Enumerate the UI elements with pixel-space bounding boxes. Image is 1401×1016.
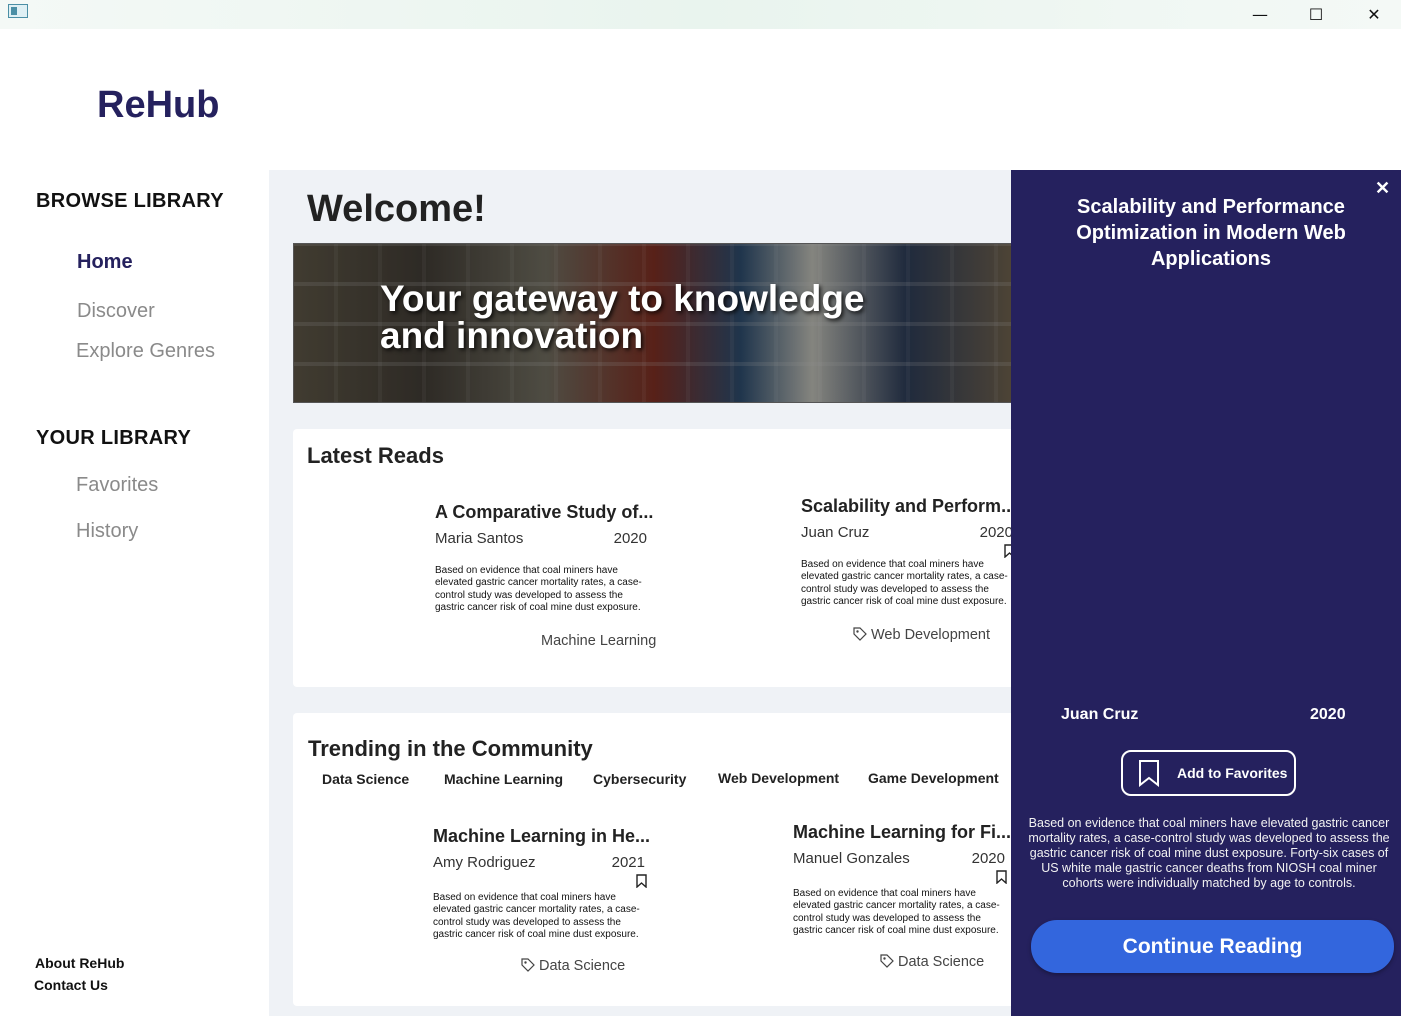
tab-machine-learning[interactable]: Machine Learning: [444, 771, 563, 787]
tag-icon: [880, 954, 894, 968]
continue-reading-button[interactable]: Continue Reading: [1031, 920, 1394, 973]
contact-link[interactable]: Contact Us: [34, 977, 108, 993]
book-genre: Web Development: [853, 627, 990, 643]
bookmark-icon[interactable]: [996, 870, 1007, 884]
book-description: Based on evidence that coal miners have …: [435, 565, 642, 614]
detail-title: Scalability and Performance Optimization…: [1076, 196, 1346, 270]
sidebar-item-discover[interactable]: Discover: [77, 300, 155, 323]
window-close-button[interactable]: ✕: [1346, 0, 1401, 29]
book-detail-panel: ✕ Scalability and Performance Optimizati…: [1011, 170, 1401, 1016]
your-library-heading: YOUR LIBRARY: [36, 427, 192, 449]
tab-web-development[interactable]: Web Development: [718, 770, 839, 786]
trending-card: Trending in the Community Data Science M…: [293, 713, 1011, 1006]
book-description: Based on evidence that coal miners have …: [801, 559, 1008, 608]
page-title: Welcome!: [307, 188, 486, 230]
sidebar-item-explore-genres[interactable]: Explore Genres: [76, 340, 215, 363]
book-genre: Data Science: [521, 958, 625, 974]
tag-icon: [521, 958, 535, 972]
bookmark-icon[interactable]: [1004, 544, 1011, 558]
banner-line-1: Your gateway to knowledge: [380, 278, 865, 319]
hero-banner: Your gateway to knowledge and innovation: [293, 243, 1011, 403]
book-author: Maria Santos: [435, 530, 524, 547]
latest-reads-title: Latest Reads: [307, 443, 444, 468]
banner-tagline: Your gateway to knowledge and innovation: [380, 280, 865, 354]
trending-title: Trending in the Community: [308, 736, 593, 761]
detail-description: Based on evidence that coal miners have …: [1028, 816, 1390, 890]
add-to-favorites-button[interactable]: Add to Favorites: [1121, 750, 1296, 796]
genre-label: Data Science: [898, 954, 985, 970]
tab-data-science[interactable]: Data Science: [322, 771, 409, 787]
banner-line-2: and innovation: [380, 315, 644, 356]
book-year: 2020: [613, 530, 647, 547]
window-titlebar: — ☐ ✕: [0, 0, 1401, 29]
book-year: 2020: [971, 850, 1005, 867]
sidebar-item-history[interactable]: History: [76, 520, 138, 543]
book-genre: Data Science: [880, 954, 984, 970]
book-description: Based on evidence that coal miners have …: [793, 888, 1000, 937]
tag-icon: [853, 627, 867, 641]
book-title[interactable]: A Comparative Study of...: [435, 502, 655, 523]
book-description: Based on evidence that coal miners have …: [433, 892, 640, 941]
book-author: Amy Rodriguez: [433, 854, 536, 871]
browse-library-heading: BROWSE LIBRARY: [36, 190, 224, 212]
genre-label: Web Development: [871, 627, 991, 643]
bookmark-icon: [1139, 760, 1159, 787]
book-year: 2021: [611, 854, 645, 871]
add-to-favorites-label: Add to Favorites: [1177, 765, 1288, 781]
genre-label: Machine Learning: [541, 633, 657, 649]
latest-reads-card: Latest Reads A Comparative Study of... M…: [293, 429, 1011, 687]
sidebar-item-home[interactable]: Home: [77, 251, 133, 274]
tab-cybersecurity[interactable]: Cybersecurity: [593, 771, 686, 787]
genre-label: Data Science: [539, 958, 626, 974]
book-title[interactable]: Scalability and Perform...: [801, 496, 1011, 517]
book-title[interactable]: Machine Learning for Fi...: [793, 822, 1011, 843]
book-author: Juan Cruz: [801, 524, 870, 541]
detail-year: 2020: [1310, 706, 1346, 723]
close-icon[interactable]: ✕: [1375, 178, 1390, 199]
detail-author: Juan Cruz: [1061, 706, 1139, 723]
brand-logo: ReHub: [97, 84, 220, 126]
book-year: 2020: [979, 524, 1011, 541]
sidebar-item-favorites[interactable]: Favorites: [76, 474, 158, 497]
maximize-button[interactable]: ☐: [1288, 0, 1344, 29]
app-window-icon: [8, 4, 28, 18]
book-author: Manuel Gonzales: [793, 850, 910, 867]
book-genre: Machine Learning: [541, 633, 656, 649]
bookmark-icon[interactable]: [636, 874, 647, 888]
tab-game-development[interactable]: Game Development: [868, 770, 999, 786]
minimize-button[interactable]: —: [1232, 0, 1288, 29]
book-title[interactable]: Machine Learning in He...: [433, 826, 653, 847]
about-link[interactable]: About ReHub: [35, 955, 124, 971]
main-content: Welcome! Your gateway to knowledge and i…: [269, 170, 1011, 1016]
